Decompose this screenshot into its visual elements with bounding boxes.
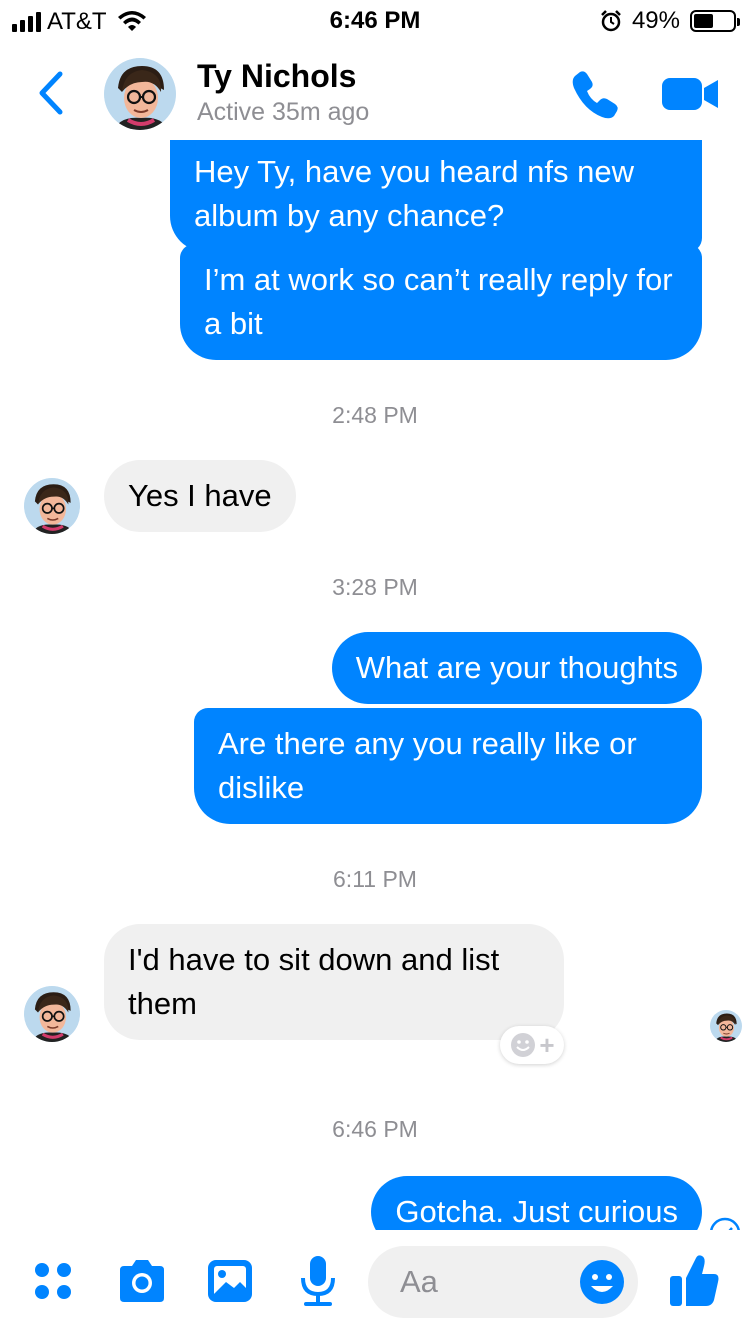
message-text: Are there any you really like or dislike xyxy=(218,726,637,805)
contact-avatar[interactable] xyxy=(24,986,80,1042)
battery-percentage: 49% xyxy=(631,7,680,34)
seen-avatar xyxy=(710,1010,742,1042)
message-text: I’m at work so can’t really reply for a … xyxy=(204,262,673,341)
message-text: What are your thoughts xyxy=(355,650,678,685)
battery-icon xyxy=(690,10,740,32)
apps-icon[interactable] xyxy=(32,1260,76,1304)
message-outgoing[interactable]: Hey Ty, have you heard nfs new album by … xyxy=(170,140,702,252)
emoji-icon[interactable] xyxy=(578,1258,626,1306)
message-outgoing[interactable]: I’m at work so can’t really reply for a … xyxy=(180,244,702,360)
photo-icon[interactable] xyxy=(206,1258,254,1304)
status-right: 49% xyxy=(600,7,740,35)
contact-avatar[interactable] xyxy=(104,58,176,130)
plus-icon: + xyxy=(539,1029,555,1060)
emoji-icon xyxy=(511,1033,536,1057)
phone-icon[interactable] xyxy=(566,66,622,122)
add-reaction-icon[interactable]: + xyxy=(500,1026,564,1064)
message-incoming[interactable]: I'd have to sit down and list them xyxy=(104,924,564,1040)
timestamp: 3:28 PM xyxy=(332,574,418,600)
message-outgoing[interactable]: What are your thoughts xyxy=(331,632,702,704)
thumbs-up-icon[interactable] xyxy=(668,1252,720,1308)
conversation-header: Ty Nichols Active 35m ago xyxy=(0,40,750,140)
message-outgoing[interactable]: Are there any you really like or dislike xyxy=(194,708,702,824)
message-list[interactable]: Hey Ty, have you heard nfs new album by … xyxy=(0,140,750,1230)
status-bar: AT&T 6:46 PM 49% xyxy=(0,0,750,40)
back-icon[interactable] xyxy=(30,68,70,118)
contact-avatar[interactable] xyxy=(24,478,80,534)
video-icon[interactable] xyxy=(660,72,722,116)
camera-icon[interactable] xyxy=(116,1258,168,1304)
alarm-icon xyxy=(601,10,621,32)
contact-active-status: Active 35m ago xyxy=(197,98,370,126)
seen-icon xyxy=(710,1217,740,1230)
timestamp: 6:46 PM xyxy=(332,1116,418,1142)
message-text: Gotcha. Just curious xyxy=(395,1194,678,1229)
contact-name[interactable]: Ty Nichols xyxy=(197,58,356,95)
message-text: I'd have to sit down and list them xyxy=(128,942,500,1021)
timestamp: 2:48 PM xyxy=(332,402,418,428)
composer-bar: Aa xyxy=(0,1230,750,1334)
message-text: Hey Ty, have you heard nfs new album by … xyxy=(194,154,634,233)
message-input-placeholder: Aa xyxy=(400,1264,438,1299)
mic-icon[interactable] xyxy=(298,1254,338,1308)
battery-fill xyxy=(694,14,713,28)
timestamp: 6:11 PM xyxy=(333,866,417,892)
message-text: Yes I have xyxy=(128,478,272,513)
message-outgoing[interactable]: Gotcha. Just curious xyxy=(371,1176,702,1230)
message-incoming[interactable]: Yes I have xyxy=(104,460,296,532)
